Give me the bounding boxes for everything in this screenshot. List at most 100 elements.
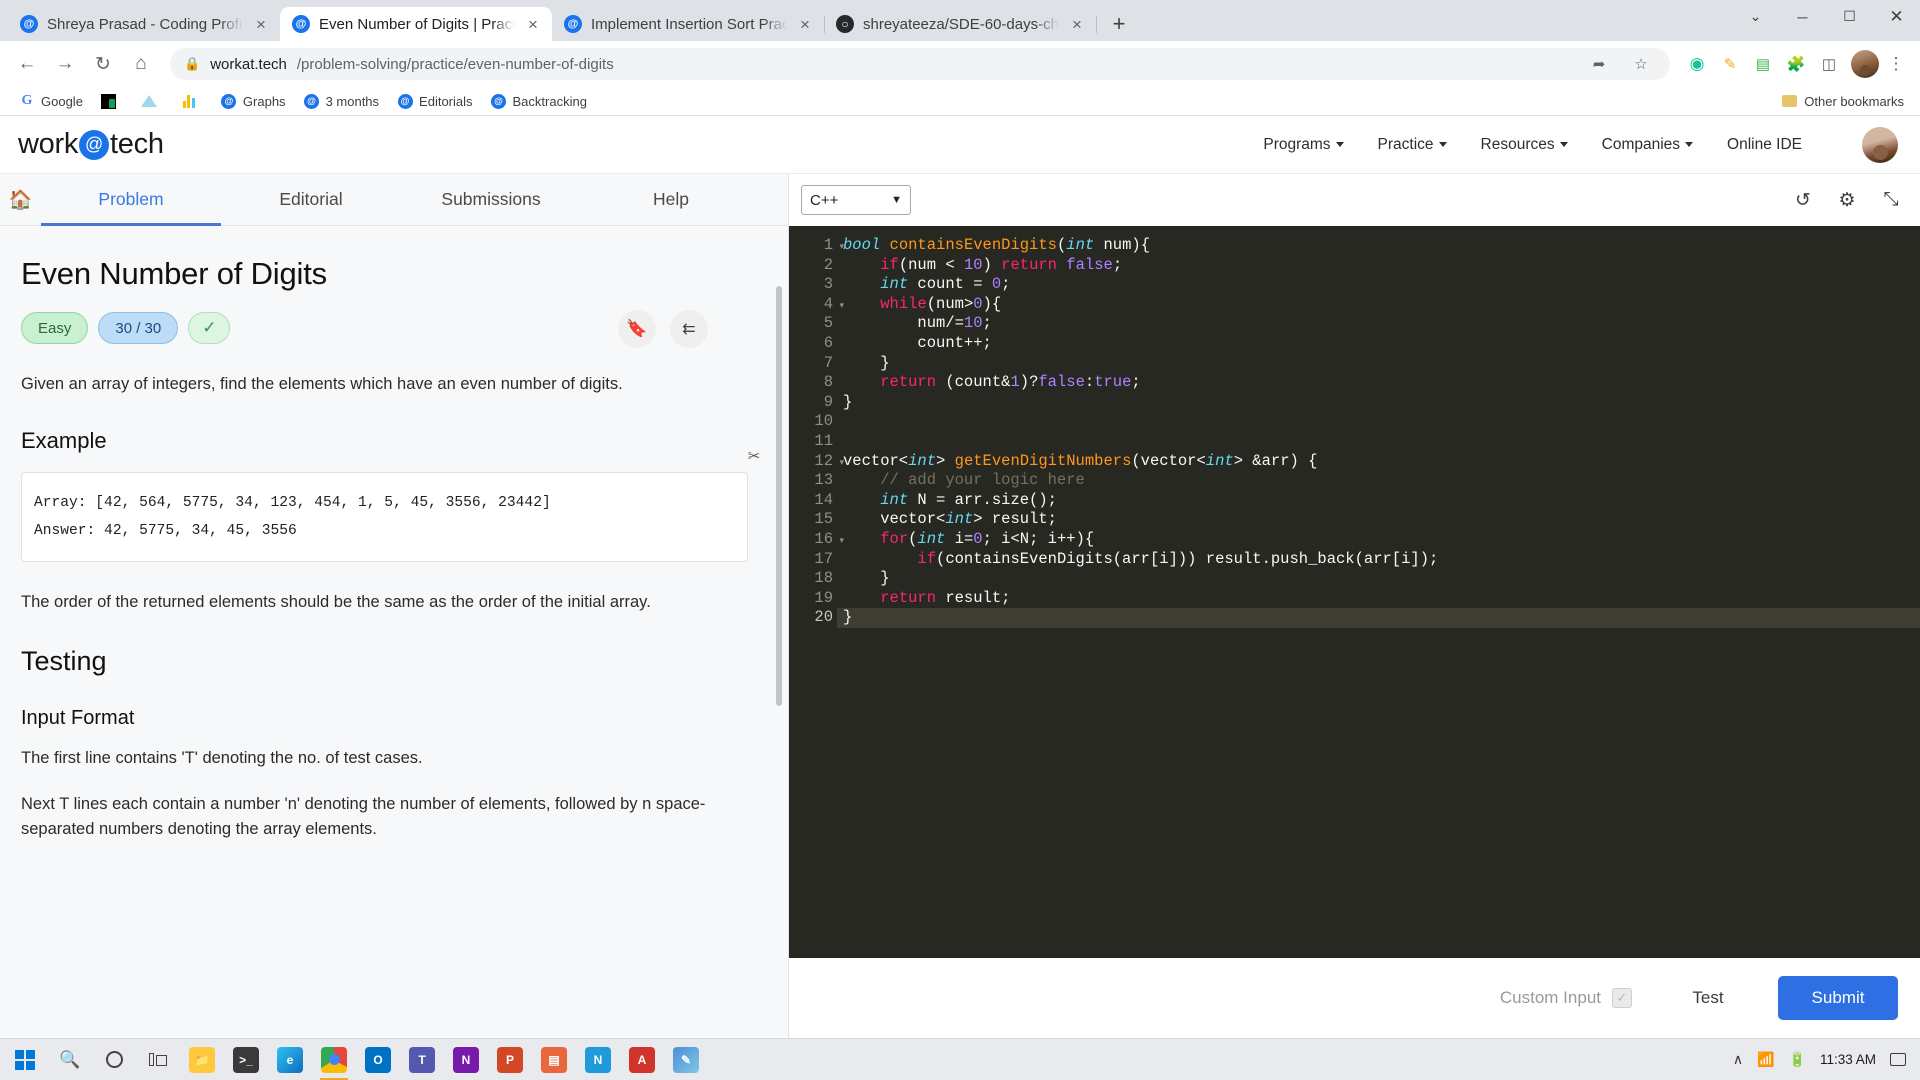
bookmark-google[interactable]: G Google [12, 90, 90, 112]
edge-icon[interactable]: e [268, 1039, 312, 1080]
task-view-icon[interactable] [136, 1039, 180, 1080]
code-fold-icon[interactable]: ▾ [839, 532, 844, 552]
tab-close-icon[interactable]: × [1068, 16, 1086, 33]
battery-icon[interactable]: 🔋 [1789, 1051, 1806, 1068]
code-content[interactable]: bool containsEvenDigits(int num){ if(num… [837, 226, 1920, 958]
nav-resources[interactable]: Resources [1481, 136, 1568, 154]
chrome-menu-icon[interactable]: ⋮ [1882, 49, 1910, 79]
home-button[interactable]: 🏠 [0, 174, 41, 225]
code-fold-icon[interactable]: ▾ [839, 297, 844, 317]
code-line[interactable]: } [837, 608, 1920, 628]
sidepanel-icon[interactable]: ◫ [1814, 49, 1844, 79]
code-line[interactable]: } [837, 569, 1920, 589]
code-line[interactable]: num/=10; [837, 314, 1920, 334]
address-bar[interactable]: 🔒 workat.tech/problem-solving/practice/e… [170, 48, 1670, 80]
code-line[interactable]: count++; [837, 334, 1920, 354]
share-icon[interactable]: ➦ [1584, 49, 1614, 79]
file-explorer-icon[interactable]: 📁 [180, 1039, 224, 1080]
nav-practice[interactable]: Practice [1378, 136, 1447, 154]
code-line[interactable]: return (count&1)?false:true; [837, 373, 1920, 393]
back-icon[interactable]: ← [10, 47, 44, 81]
code-line[interactable]: return result; [837, 589, 1920, 609]
nav-companies[interactable]: Companies [1602, 136, 1694, 154]
language-select[interactable]: C++ ▼ [801, 185, 911, 215]
bookmark-item-3[interactable] [174, 90, 210, 112]
bookmark-graphs[interactable]: @ Graphs [214, 90, 293, 112]
tab-submissions[interactable]: Submissions [401, 174, 581, 225]
bookmark-item-2[interactable] [134, 90, 170, 112]
code-line[interactable]: int N = arr.size(); [837, 491, 1920, 511]
fullscreen-icon[interactable]: ⤡ [1878, 187, 1904, 213]
code-line[interactable]: } [837, 393, 1920, 413]
search-icon[interactable]: 🔍 [48, 1039, 92, 1080]
color-extension-icon[interactable]: ▤ [1748, 49, 1778, 79]
code-line[interactable]: // add your logic here [837, 471, 1920, 491]
share-button[interactable]: ⇇ [670, 310, 708, 348]
tray-chevron-icon[interactable]: ∧ [1733, 1051, 1743, 1068]
submit-button[interactable]: Submit [1778, 976, 1898, 1020]
bookmark-item-1[interactable] [94, 90, 130, 112]
code-line[interactable] [837, 412, 1920, 432]
new-tab-button[interactable]: + [1102, 7, 1136, 41]
reset-icon[interactable]: ↺ [1790, 187, 1816, 213]
tab-search-chevron-icon[interactable]: ⌄ [1732, 0, 1779, 33]
tab-help[interactable]: Help [581, 174, 761, 225]
code-line[interactable]: if(num < 10) return false; [837, 256, 1920, 276]
browser-tab-3[interactable]: ○ shreyateeza/SDE-60-days-challen × [824, 7, 1097, 41]
settings-gear-icon[interactable]: ⚙ [1834, 187, 1860, 213]
code-line[interactable]: bool containsEvenDigits(int num){ [837, 236, 1920, 256]
maximize-button[interactable]: ☐ [1826, 0, 1873, 33]
copy-icon[interactable]: ✂ [741, 445, 767, 471]
onenote-icon[interactable]: N [444, 1039, 488, 1080]
minimize-button[interactable]: ─ [1779, 0, 1826, 33]
code-fold-icon[interactable]: ▾ [839, 238, 844, 258]
problem-scroll-area[interactable]: Even Number of Digits Easy 30 / 30 ✓ 🔖 ⇇… [0, 226, 788, 1038]
test-button[interactable]: Test [1660, 976, 1756, 1020]
code-line[interactable]: while(num>0){ [837, 295, 1920, 315]
code-fold-icon[interactable]: ▾ [839, 454, 844, 474]
nav-programs[interactable]: Programs [1263, 136, 1344, 154]
notification-icon[interactable] [1890, 1053, 1906, 1066]
code-line[interactable]: int count = 0; [837, 275, 1920, 295]
code-editor[interactable]: 1 ▾ 2 3 4 ▾ 5 6 7 8 9 10 11 12 ▾ 13 14 15 16 ▾ 17 18 19 20 bool… [789, 226, 1920, 958]
code-line[interactable]: vector<int> result; [837, 510, 1920, 530]
code-line[interactable]: vector<int> getEvenDigitNumbers(vector<i… [837, 452, 1920, 472]
highlighter-icon[interactable]: ✎ [1715, 49, 1745, 79]
code-line[interactable] [837, 432, 1920, 452]
tab-editorial[interactable]: Editorial [221, 174, 401, 225]
bookmark-button[interactable]: 🔖 [618, 310, 656, 348]
forward-icon[interactable]: → [48, 47, 82, 81]
tab-close-icon[interactable]: × [796, 16, 814, 33]
bookmark-star-icon[interactable]: ☆ [1626, 49, 1656, 79]
site-logo[interactable]: work @ tech [18, 128, 164, 161]
bookmark-editorials[interactable]: @ Editorials [390, 90, 479, 112]
outlook-icon[interactable]: O [356, 1039, 400, 1080]
windows-start-icon[interactable] [2, 1039, 48, 1080]
tab-close-icon[interactable]: × [252, 16, 270, 33]
powerpoint-icon[interactable]: P [488, 1039, 532, 1080]
taskbar-clock[interactable]: 11:33 AM [1820, 1052, 1876, 1068]
browser-tab-0[interactable]: @ Shreya Prasad - Coding Profile × [8, 7, 281, 41]
notes-icon[interactable]: N [576, 1039, 620, 1080]
terminal-icon[interactable]: >_ [224, 1039, 268, 1080]
browser-tab-2[interactable]: @ Implement Insertion Sort Practice × [552, 7, 825, 41]
sheets-icon[interactable]: ▤ [532, 1039, 576, 1080]
puzzle-extensions-icon[interactable]: 🧩 [1781, 49, 1811, 79]
code-line[interactable]: } [837, 354, 1920, 374]
custom-input-toggle[interactable]: Custom Input ✓ [1500, 988, 1632, 1008]
other-bookmarks-button[interactable]: Other bookmarks [1782, 94, 1908, 109]
code-line[interactable]: for(int i=0; i<N; i++){ [837, 530, 1920, 550]
wifi-icon[interactable]: 📶 [1757, 1051, 1774, 1068]
tab-close-icon[interactable]: × [524, 16, 542, 33]
pdf-icon[interactable]: A [620, 1039, 664, 1080]
code-line[interactable]: if(containsEvenDigits(arr[i])) result.pu… [837, 550, 1920, 570]
paint-icon[interactable]: ✎ [664, 1039, 708, 1080]
bookmark-3-months[interactable]: @ 3 months [297, 90, 386, 112]
teams-icon[interactable]: T [400, 1039, 444, 1080]
reload-icon[interactable]: ↻ [86, 47, 120, 81]
custom-input-checkbox[interactable]: ✓ [1612, 988, 1632, 1008]
home-icon[interactable]: ⌂ [124, 47, 158, 81]
chrome-icon[interactable] [312, 1039, 356, 1080]
close-window-button[interactable]: ✕ [1873, 0, 1920, 33]
nav-online-ide[interactable]: Online IDE [1727, 136, 1802, 154]
